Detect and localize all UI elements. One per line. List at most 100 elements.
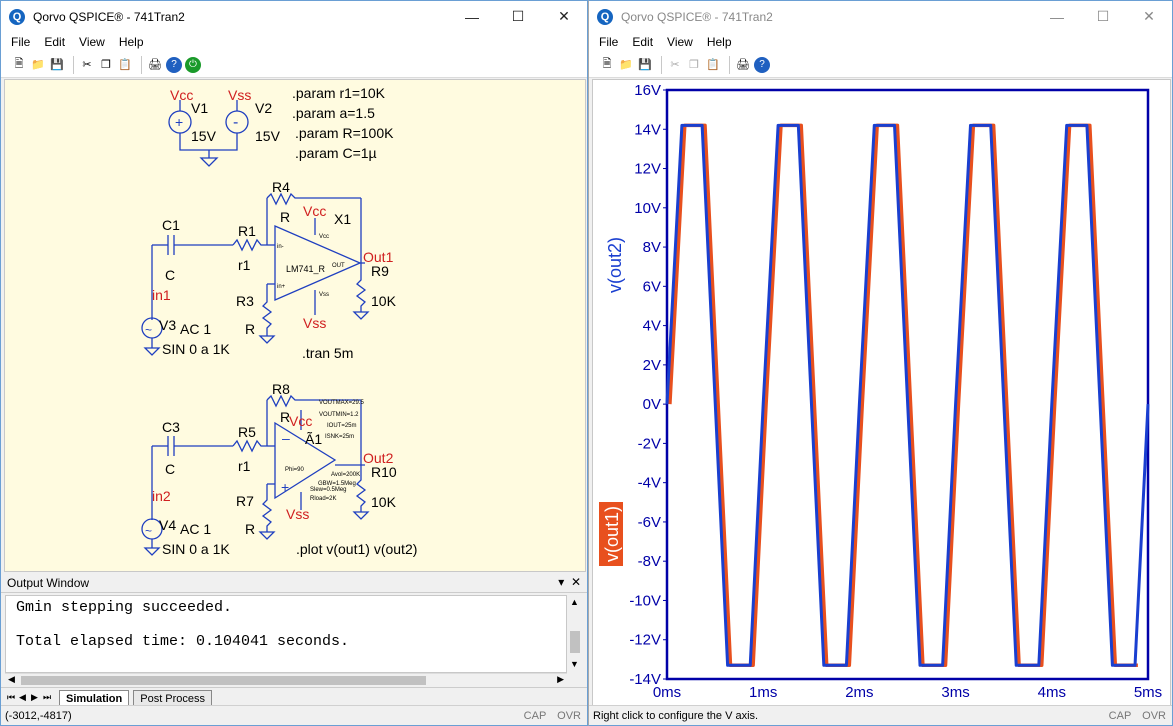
r3-name: R3	[236, 293, 254, 309]
opamp2-param-voutmin: VOUTMIN=1.2	[319, 412, 359, 418]
output-window-header: Output Window ▾ ✕	[1, 573, 587, 593]
caps-indicator: CAP	[1108, 710, 1132, 722]
r9-value: 10K	[371, 293, 397, 309]
menu-file[interactable]: File	[599, 35, 618, 49]
close-icon[interactable]: ✕	[1126, 1, 1172, 32]
window-title: Qorvo QSPICE® - 741Tran2	[33, 9, 185, 24]
minimize-icon[interactable]: —	[449, 1, 495, 32]
toolbar: 🗎 📁 💾 ✂ ❐ 📋 🖨 ? ⏻	[1, 52, 587, 78]
scroll-left-icon[interactable]: ◀	[8, 674, 15, 685]
dropdown-icon[interactable]: ▾	[558, 575, 564, 589]
menu-file[interactable]: File	[11, 35, 30, 49]
status-message: Right click to configure the V axis.	[593, 709, 759, 722]
cut-icon[interactable]: ✂	[79, 57, 95, 73]
opamp2-param-iout: IOUT=25m	[327, 423, 357, 429]
y-tick-label: -2V	[638, 435, 661, 452]
pin-vss: Vss	[319, 292, 329, 298]
menu-edit[interactable]: Edit	[632, 35, 653, 49]
vertical-scrollbar[interactable]: ▲ ▼	[567, 595, 583, 673]
scroll-down-icon[interactable]: ▼	[570, 659, 579, 669]
maximize-icon[interactable]: ☐	[1080, 1, 1126, 32]
trace-label-out2[interactable]: v(out2)	[605, 237, 625, 293]
tab-post-process[interactable]: Post Process	[133, 689, 213, 706]
scroll-right-icon[interactable]: ▶	[557, 674, 564, 685]
paste-icon[interactable]: 📋	[705, 57, 721, 73]
c1-value: C	[165, 267, 175, 283]
r4-value: R	[280, 209, 290, 225]
print-icon[interactable]: 🖨	[735, 57, 751, 73]
cut-icon[interactable]: ✂	[667, 57, 683, 73]
help-icon[interactable]: ?	[166, 56, 182, 73]
y-tick-label: -12V	[629, 632, 661, 649]
net-in1: in1	[152, 287, 171, 303]
v4-name: V4	[159, 517, 176, 533]
output-close-icon[interactable]: ✕	[571, 575, 581, 589]
x-tick-label: 5ms	[1134, 684, 1162, 701]
open-folder-icon[interactable]: 📁	[30, 57, 46, 73]
first-tab-icon[interactable]: ⏮	[7, 692, 19, 703]
close-icon[interactable]: ✕	[541, 1, 587, 32]
y-tick-label: -6V	[638, 514, 661, 531]
schematic-canvas[interactable]: + - ~ ~ – + V1 15V V2 15V .param r1=10K …	[4, 79, 586, 572]
menu-help[interactable]: Help	[707, 35, 732, 49]
new-file-icon[interactable]: 🗎	[599, 57, 615, 73]
sheet-tab-bar: ⏮ ◀ ▶ ⏭ Simulation Post Process	[1, 687, 587, 707]
x-tick-label: 3ms	[941, 684, 969, 701]
r10-name: R10	[371, 464, 397, 480]
save-icon[interactable]: 💾	[637, 57, 653, 73]
caps-indicator: CAP	[523, 710, 547, 722]
x-tick-label: 2ms	[845, 684, 873, 701]
copy-icon[interactable]: ❐	[686, 57, 702, 73]
r1-value: r1	[238, 257, 251, 273]
menu-view[interactable]: View	[667, 35, 693, 49]
save-icon[interactable]: 💾	[49, 57, 65, 73]
x-tick-label: 4ms	[1038, 684, 1066, 701]
open-folder-icon[interactable]: 📁	[618, 57, 634, 73]
c3-value: C	[165, 461, 175, 477]
qspice-app-icon: Q	[9, 8, 25, 25]
x-tick-label: 1ms	[749, 684, 777, 701]
trace-label-out1[interactable]: v(out1)	[602, 506, 622, 562]
waveform-window: Q Qorvo QSPICE® - 741Tran2 — ☐ ✕ File Ed…	[588, 0, 1173, 726]
r8-name: R8	[272, 381, 290, 397]
horizontal-scrollbar[interactable]: ◀ ▶	[5, 673, 567, 687]
opamp2-name: Ã1	[305, 431, 322, 447]
net-vss-label: Vss	[228, 87, 251, 103]
y-tick-label: 12V	[634, 161, 661, 178]
r1-name: R1	[238, 223, 256, 239]
minimize-icon[interactable]: —	[1034, 1, 1080, 32]
param-c: .param C=1µ	[295, 145, 377, 161]
scroll-up-icon[interactable]: ▲	[570, 597, 579, 607]
r9-name: R9	[371, 263, 389, 279]
tab-simulation[interactable]: Simulation	[59, 689, 130, 706]
last-tab-icon[interactable]: ⏭	[43, 692, 55, 703]
c3-name: C3	[162, 419, 180, 435]
menu-edit[interactable]: Edit	[44, 35, 65, 49]
net-vss-1: Vss	[303, 315, 326, 331]
paste-icon[interactable]: 📋	[117, 57, 133, 73]
prev-tab-icon[interactable]: ◀	[19, 692, 31, 703]
status-bar: (-3012,-4817) CAP OVR	[1, 705, 587, 725]
net-in2: in2	[152, 488, 171, 504]
copy-icon[interactable]: ❐	[98, 57, 114, 73]
r10-value: 10K	[371, 494, 397, 510]
waveform-plot[interactable]: 16V 14V 12V 10V 8V 6V 4V 2V 0V -2V -4V -6V -8V -10V -1…	[592, 79, 1171, 706]
run-simulation-icon[interactable]: ⏻	[185, 56, 201, 73]
menu-help[interactable]: Help	[119, 35, 144, 49]
next-tab-icon[interactable]: ▶	[31, 692, 43, 703]
print-icon[interactable]: 🖨	[147, 57, 163, 73]
r5-name: R5	[238, 424, 256, 440]
help-icon[interactable]: ?	[754, 56, 770, 73]
pin-vcc: Vcc	[319, 234, 329, 240]
output-text[interactable]: Gmin stepping succeeded. Total elapsed t…	[5, 595, 567, 673]
svg-text:+: +	[281, 479, 289, 495]
r7-name: R7	[236, 493, 254, 509]
opamp2-param-voutmax: VOUTMAX=29.5	[319, 400, 365, 406]
opamp2-slew: Slew=0.5Meg	[310, 487, 347, 493]
new-file-icon[interactable]: 🗎	[11, 57, 27, 73]
series-line-v-out2-[interactable]	[665, 123, 1150, 667]
series-line-v-out1-[interactable]	[668, 123, 1138, 668]
menu-view[interactable]: View	[79, 35, 105, 49]
title-bar: Q Qorvo QSPICE® - 741Tran2 — ☐ ✕	[589, 1, 1172, 32]
maximize-icon[interactable]: ☐	[495, 1, 541, 32]
